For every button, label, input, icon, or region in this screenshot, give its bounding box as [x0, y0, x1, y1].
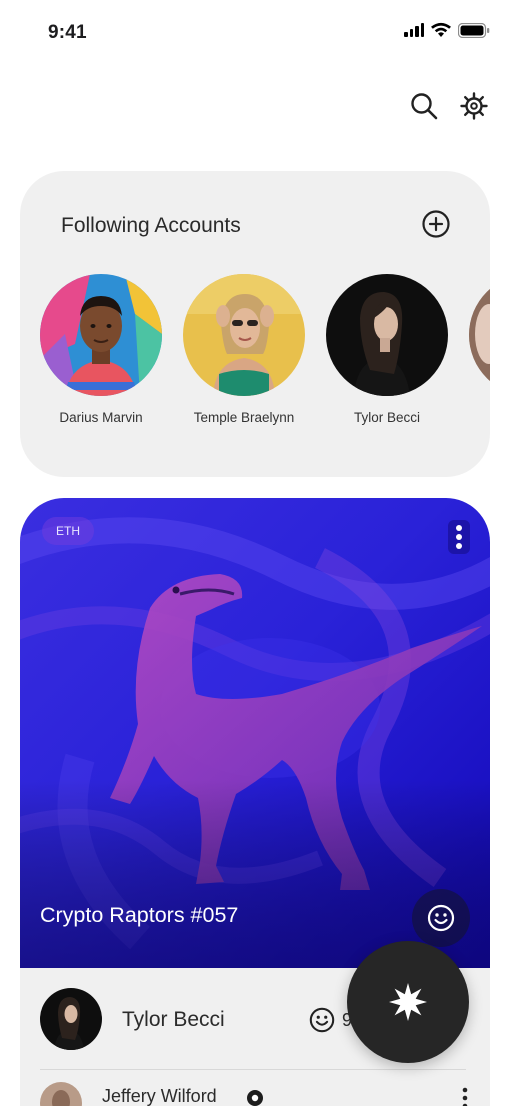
verified-badge-icon — [247, 1090, 263, 1106]
avatar — [469, 274, 490, 396]
avatar — [326, 274, 448, 396]
create-fab-button[interactable] — [347, 941, 469, 1063]
card-menu-button[interactable] — [448, 520, 470, 554]
more-vertical-icon — [462, 1087, 468, 1106]
comment-menu-button[interactable] — [460, 1086, 470, 1106]
search-button[interactable] — [408, 90, 440, 122]
battery-icon — [458, 22, 490, 38]
account-tylor-becci[interactable]: Tylor Becci — [322, 274, 452, 425]
smiley-icon — [427, 904, 455, 932]
nft-card[interactable]: ETH Crypto Raptors #057 — [20, 498, 490, 968]
account-darius-marvin[interactable]: Darius Marvin — [36, 274, 166, 425]
account-partial[interactable]: Je — [465, 274, 490, 425]
divider — [40, 1069, 466, 1070]
account-name: Je — [465, 410, 490, 425]
add-following-button[interactable] — [420, 208, 452, 240]
owner-reactions[interactable]: 9 — [308, 1006, 352, 1034]
more-vertical-icon — [448, 520, 470, 554]
owner-avatar[interactable] — [40, 988, 102, 1050]
chain-badge: ETH — [42, 517, 94, 545]
following-title: Following Accounts — [61, 214, 241, 237]
react-button[interactable] — [412, 889, 470, 947]
status-icons — [404, 22, 490, 38]
avatar — [183, 274, 305, 396]
settings-button[interactable] — [458, 90, 490, 122]
settings-gear-icon — [460, 92, 488, 120]
signal-icon — [404, 23, 424, 37]
nft-title: Crypto Raptors #057 — [40, 903, 239, 927]
account-name: Darius Marvin — [59, 410, 143, 425]
comment-avatar[interactable] — [40, 1082, 82, 1106]
owner-name: Tylor Becci — [122, 1008, 225, 1031]
account-temple-braelynn[interactable]: Temple Braelynn — [179, 274, 309, 425]
status-bar: 9:41 — [0, 0, 510, 64]
account-name: Tylor Becci — [353, 410, 421, 425]
search-icon — [411, 93, 438, 120]
comment-author[interactable]: Jeffery Wilford — [102, 1086, 217, 1106]
following-accounts-card: Following Accounts Darius Marvin Temple … — [20, 171, 490, 477]
accounts-row: Darius Marvin Temple Braelynn Tylor Becc… — [40, 274, 490, 444]
sparkle-star-icon — [389, 983, 427, 1021]
status-time: 9:41 — [48, 22, 87, 43]
smiley-icon — [309, 1007, 335, 1033]
header-actions — [408, 90, 490, 122]
wifi-icon — [431, 22, 451, 37]
avatar — [40, 274, 162, 396]
account-name: Temple Braelynn — [193, 410, 295, 425]
plus-circle-icon — [422, 210, 450, 238]
